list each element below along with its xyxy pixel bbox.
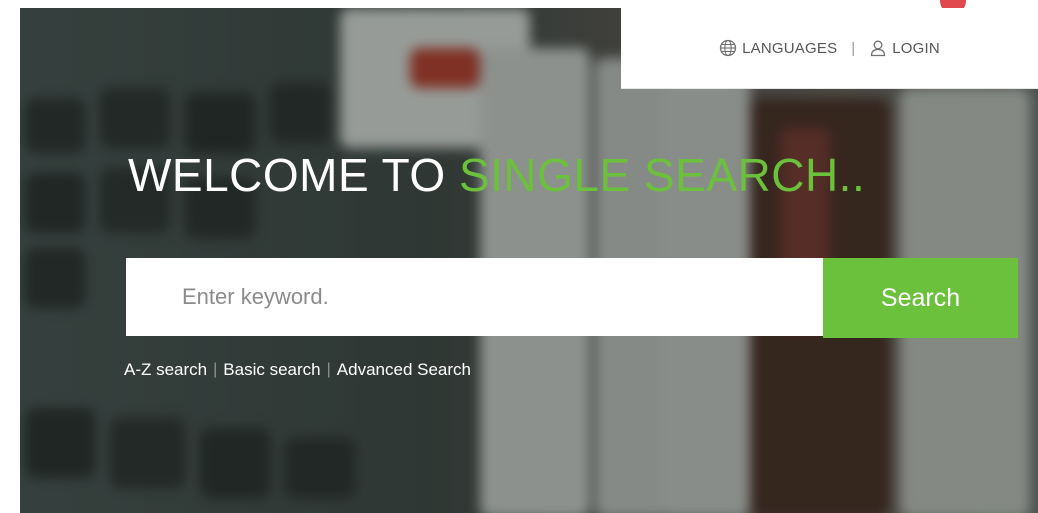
- welcome-prefix: WELCOME TO: [128, 149, 459, 201]
- top-utility-bar: LANGUAGES | LOGIN: [621, 8, 1038, 89]
- link-divider: |: [326, 361, 331, 378]
- user-icon: [869, 39, 887, 57]
- search-input[interactable]: [126, 258, 823, 336]
- page: LANGUAGES | LOGIN WELCOME TO SINGLE SEAR…: [0, 0, 1038, 513]
- search-field-container: [126, 258, 823, 336]
- languages-label: LANGUAGES: [742, 39, 838, 57]
- az-search-link[interactable]: A-Z search: [124, 360, 207, 380]
- globe-icon: [719, 39, 737, 57]
- advanced-search-link[interactable]: Advanced Search: [337, 360, 471, 380]
- welcome-accent: SINGLE SEARCH..: [458, 149, 866, 201]
- login-link[interactable]: LOGIN: [869, 39, 940, 57]
- link-divider: |: [213, 361, 218, 378]
- login-label: LOGIN: [892, 39, 940, 57]
- welcome-heading: WELCOME TO SINGLE SEARCH..: [128, 148, 865, 202]
- search-type-links: A-Z search | Basic search | Advanced Sea…: [124, 360, 471, 380]
- topbar-separator: |: [851, 39, 856, 57]
- basic-search-link[interactable]: Basic search: [223, 360, 320, 380]
- languages-menu[interactable]: LANGUAGES: [719, 39, 837, 57]
- search-button[interactable]: Search: [823, 258, 1018, 338]
